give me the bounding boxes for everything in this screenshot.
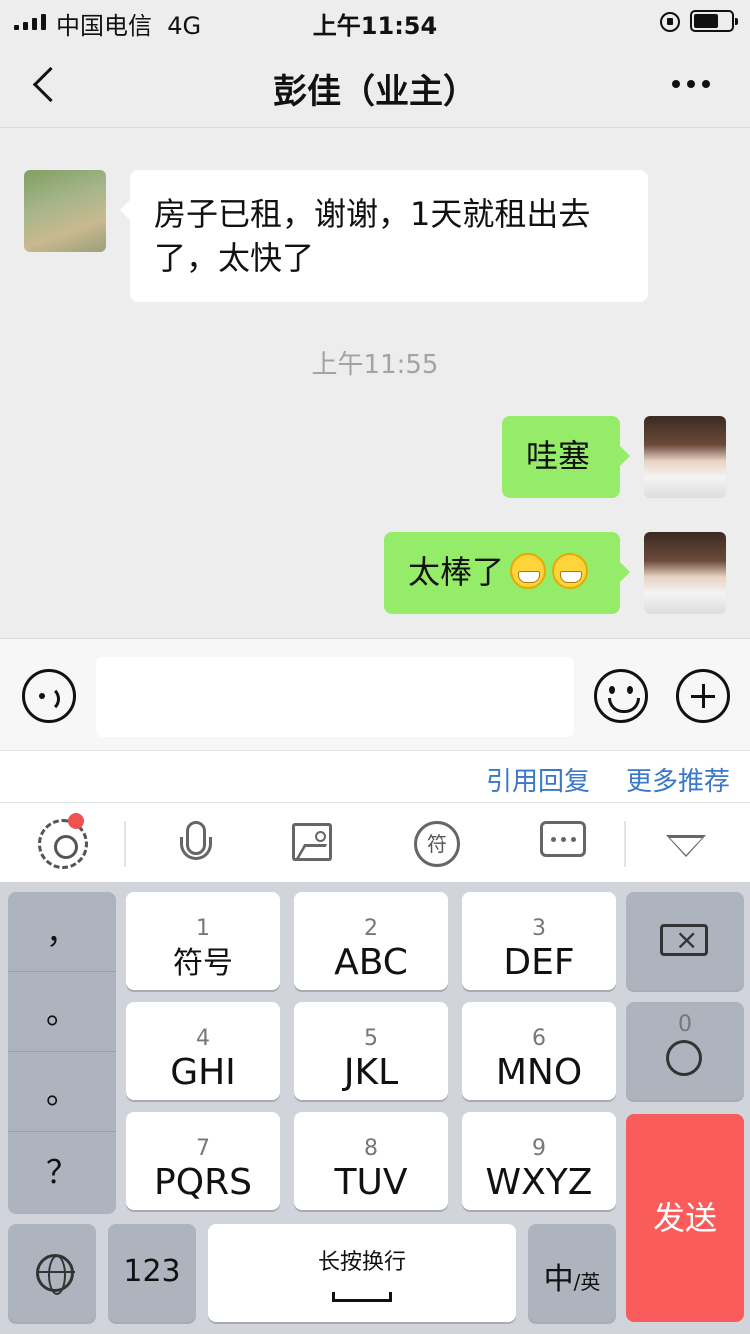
rotation-lock-icon [660,12,680,32]
message-bubble-sent[interactable]: 太棒了 [384,532,630,614]
contact-avatar[interactable] [24,170,106,252]
key-label: JKL [343,1052,399,1093]
key-8-tuv[interactable]: 8 TUV [294,1112,448,1210]
key-label: TUV [334,1162,408,1203]
lang-sub: /英 [573,1270,601,1294]
message-bubble-sent[interactable]: 哇塞 [502,416,630,498]
key-label: WXYZ [485,1162,593,1203]
punct-key-fullstop[interactable]: 。 [8,1052,116,1132]
key-6-mno[interactable]: 6 MNO [462,1002,616,1100]
key-number: 0 [678,1012,692,1037]
emoji-picker-icon[interactable] [594,669,648,723]
more-actions-plus-icon[interactable] [676,669,730,723]
numbers-key[interactable]: 123 [108,1224,196,1322]
key-label: 123 [123,1254,181,1289]
message-text-line: 了，太快了 [154,239,315,277]
punct-key-period[interactable]: 。 [8,972,116,1052]
grin-emoji-icon [510,553,547,589]
more-recommendations-link[interactable]: 更多推荐 [626,761,730,798]
smiley-icon [666,1040,702,1076]
symbol-icon[interactable]: 符 [414,821,460,867]
more-icon[interactable] [672,80,710,88]
key-5-jkl[interactable]: 5 JKL [294,1002,448,1100]
microphone-icon[interactable] [170,819,220,869]
key-4-ghi[interactable]: 4 GHI [126,1002,280,1100]
key-9-wxyz[interactable]: 9 WXYZ [462,1112,616,1210]
space-key[interactable]: 长按换行 [208,1224,516,1322]
message-timestamp: 上午11:55 [311,350,439,380]
key-label: DEF [503,942,575,983]
message-text-line: 房子已租，谢谢，1天就租出去 [154,195,591,233]
language-switch-key[interactable] [8,1224,96,1322]
send-button[interactable]: 发送 [626,1114,744,1322]
key-1-symbols[interactable]: 1 符号 [126,892,280,990]
key-number: 5 [364,1026,378,1051]
key-label: 中/英 [528,1254,616,1298]
key-label: MNO [495,1052,583,1093]
key-label: 符号 [173,946,233,981]
key-number: 2 [364,916,378,941]
message-bubble-received[interactable]: 房子已租，谢谢，1天就租出去 了，太快了 [120,170,648,302]
delete-key[interactable] [626,892,744,990]
emoji-key[interactable]: 0 [626,1002,744,1100]
message-text: 太棒了 [408,553,505,591]
punctuation-column: ， 。 。 ？ [8,892,116,1214]
my-avatar[interactable] [644,416,726,498]
image-icon[interactable] [292,823,332,861]
chat-bubble-icon[interactable] [540,821,586,857]
divider [624,821,626,867]
key-number: 9 [532,1136,546,1161]
key-label: ABC [334,942,408,983]
punct-key-question[interactable]: ？ [8,1132,116,1212]
quote-reply-link[interactable]: 引用回复 [486,761,590,798]
punct-key-comma[interactable]: ， [8,892,116,972]
key-7-pqrs[interactable]: 7 PQRS [126,1112,280,1210]
key-label: 长按换行 [317,1250,406,1275]
key-number: 4 [196,1026,210,1051]
chat-title: 彭佳（业主） [273,72,477,112]
keyboard: ， 。 。 ？ 1 符号 2 ABC 3 DEF 4 GHI 5 JKL 6 M… [0,882,750,1334]
composer-bar [0,638,750,750]
message-text: 哇塞 [526,437,591,475]
suggestion-bar: 引用回复 更多推荐 [0,750,750,802]
notification-badge [68,813,84,829]
collapse-keyboard-icon[interactable] [666,835,706,857]
nav-bar: 彭佳（业主） [0,42,750,128]
key-label: PQRS [154,1162,252,1203]
key-number: 6 [532,1026,546,1051]
globe-icon [36,1254,75,1295]
voice-input-icon[interactable] [22,669,76,723]
keyboard-toolbar: 符 [0,802,750,882]
chinese-english-toggle-key[interactable]: 中/英 [528,1224,616,1322]
grin-emoji-icon [552,553,589,589]
key-number: 8 [364,1136,378,1161]
space-bar-icon [332,1292,392,1302]
lang-main: 中 [543,1262,574,1297]
key-label: GHI [170,1052,236,1093]
key-3-def[interactable]: 3 DEF [462,892,616,990]
divider [124,821,126,867]
battery-icon [690,10,738,32]
status-bar: 中国电信 4G 上午11:54 [0,0,750,42]
key-number: 7 [196,1136,210,1161]
my-avatar[interactable] [644,532,726,614]
key-2-abc[interactable]: 2 ABC [294,892,448,990]
status-time: 上午11:54 [312,12,438,40]
message-input[interactable] [96,657,574,737]
key-number: 3 [532,916,546,941]
backspace-icon [660,923,708,956]
